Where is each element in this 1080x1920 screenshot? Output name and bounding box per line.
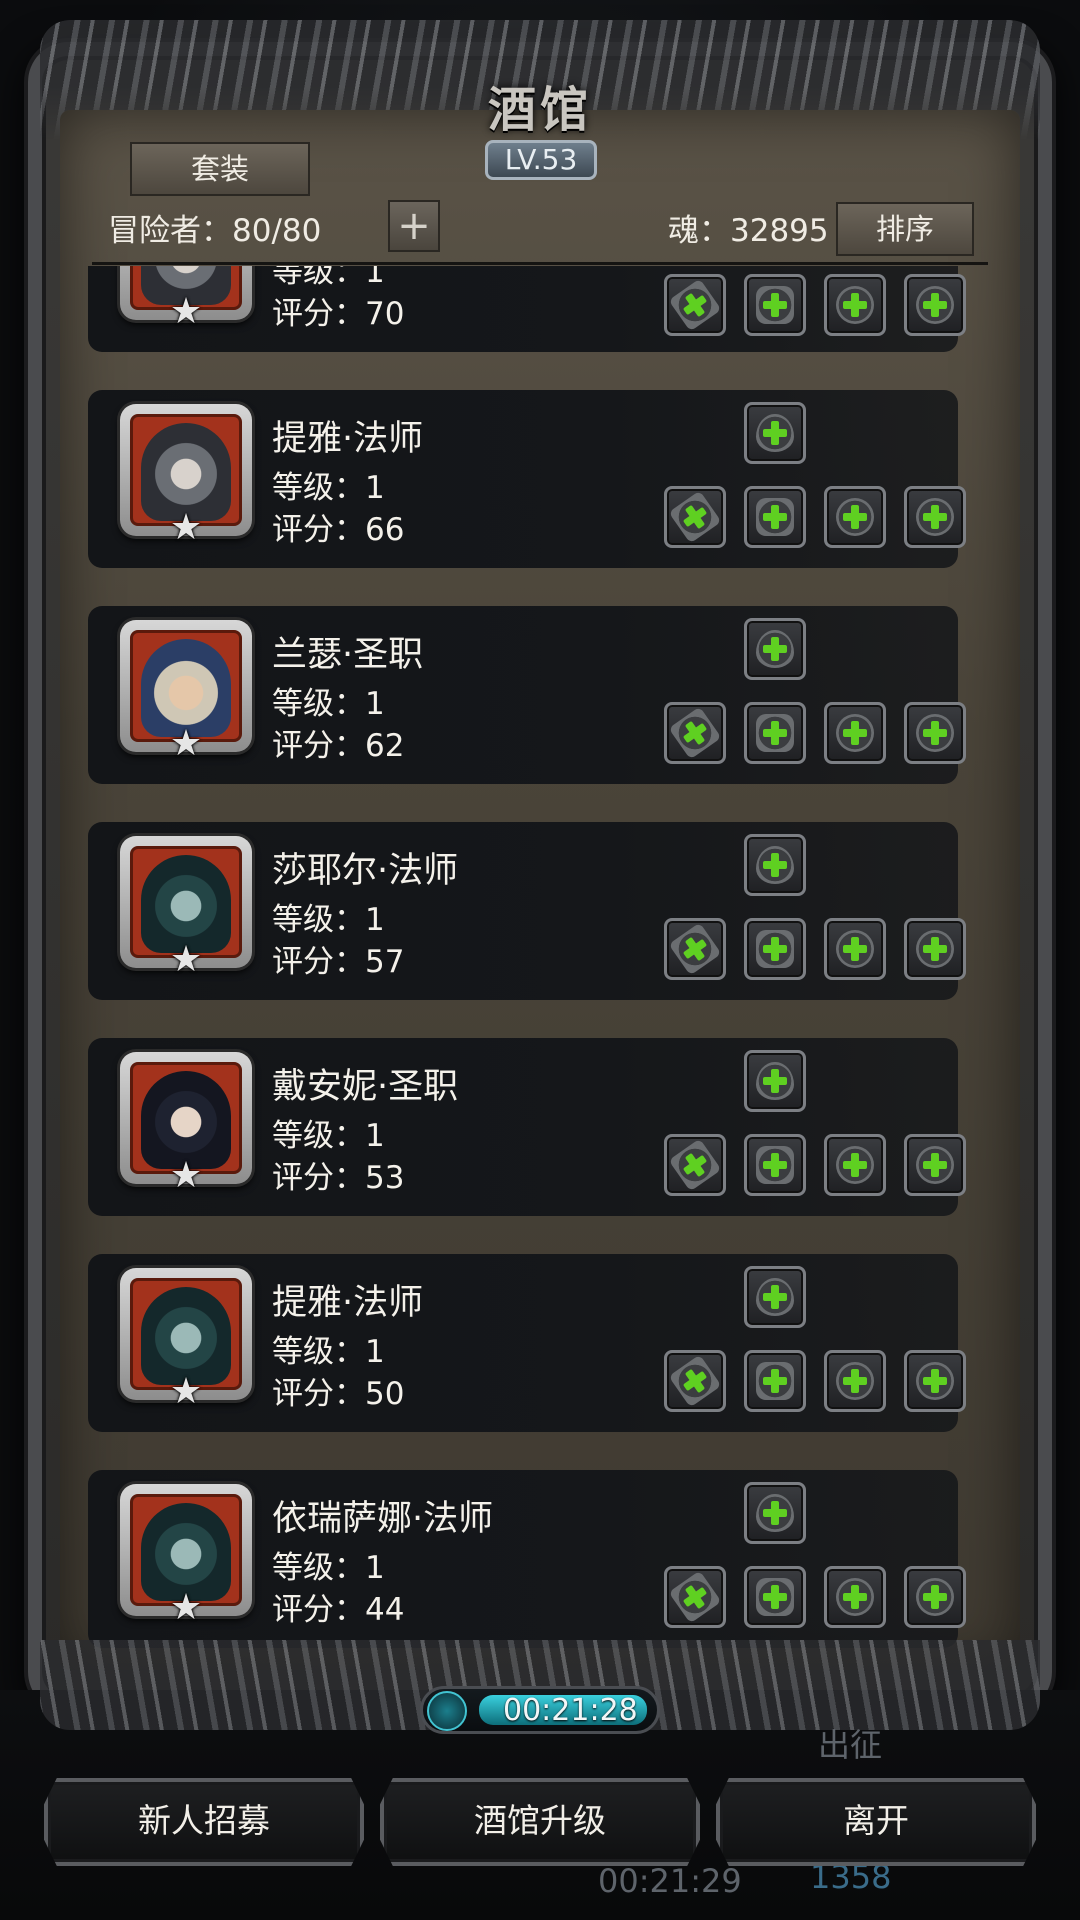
page-title: 酒馆 xyxy=(487,82,592,138)
hero-score: 评分：57 xyxy=(272,944,405,980)
hero-level: 等级：1 xyxy=(272,902,385,938)
armor-slot-icon[interactable] xyxy=(744,702,806,764)
hero-level: 等级：1 xyxy=(272,1334,385,1370)
recruit-timer: 00:21:28 xyxy=(420,1686,660,1734)
hero-level: 等级：1 xyxy=(272,686,385,722)
hero-name: 提雅·法师 xyxy=(272,1283,424,1323)
ring-slot-icon[interactable] xyxy=(904,486,966,548)
timer-text: 00:21:28 xyxy=(503,1693,638,1728)
armor-slot-icon[interactable] xyxy=(744,486,806,548)
ring-slot-icon[interactable] xyxy=(824,918,886,980)
list-item[interactable]: ★ 提雅·法师 等级：1 评分：50 xyxy=(88,1254,966,1432)
hero-score: 评分：44 xyxy=(272,1592,405,1628)
armor-slot-icon[interactable] xyxy=(744,918,806,980)
ring-slot-icon[interactable] xyxy=(904,918,966,980)
soul-currency: 魂：32895 xyxy=(668,213,829,249)
hero-level: 等级：1 xyxy=(272,470,385,506)
armor-slot-icon[interactable] xyxy=(744,274,806,336)
hero-score: 评分：62 xyxy=(272,728,405,764)
ring-slot-icon[interactable] xyxy=(824,1134,886,1196)
ring-slot-icon[interactable] xyxy=(824,702,886,764)
accessory-slot-icon[interactable] xyxy=(744,618,806,680)
list-item[interactable]: ★ 兰瑟·圣职 等级：1 评分：62 xyxy=(88,606,966,784)
hero-name: 依瑞萨娜·法师 xyxy=(272,1499,494,1539)
adventurer-list[interactable]: ★ 等级：1 评分：70 ★ 提雅·法师 等级：1 评分：66 ★ 兰瑟·圣职 … xyxy=(88,266,990,1662)
recruit-button[interactable]: 新人招募 xyxy=(44,1778,364,1866)
armor-slot-icon[interactable] xyxy=(744,1350,806,1412)
star-icon: ★ xyxy=(169,1587,203,1628)
list-item[interactable]: ★ 提雅·法师 等级：1 评分：66 xyxy=(88,390,966,568)
avatar: ★ xyxy=(120,266,252,332)
star-icon: ★ xyxy=(169,723,203,764)
avatar: ★ xyxy=(120,836,252,980)
weapon-slot-icon[interactable] xyxy=(664,1134,726,1196)
accessory-slot-icon[interactable] xyxy=(744,1050,806,1112)
avatar: ★ xyxy=(120,1052,252,1196)
hero-score: 评分：53 xyxy=(272,1160,405,1196)
accessory-slot-icon[interactable] xyxy=(744,402,806,464)
ring-slot-icon[interactable] xyxy=(824,486,886,548)
hero-name: 戴安妮·圣职 xyxy=(272,1067,459,1107)
hero-name: 兰瑟·圣职 xyxy=(272,635,424,675)
avatar: ★ xyxy=(120,1484,252,1628)
avatar: ★ xyxy=(120,620,252,764)
list-item[interactable]: ★ 戴安妮·圣职 等级：1 评分：53 xyxy=(88,1038,966,1216)
weapon-slot-icon[interactable] xyxy=(664,1566,726,1628)
weapon-slot-icon[interactable] xyxy=(664,702,726,764)
ring-slot-icon[interactable] xyxy=(824,1350,886,1412)
header-divider xyxy=(92,262,988,265)
sort-button[interactable]: 排序 xyxy=(836,202,974,256)
weapon-slot-icon[interactable] xyxy=(664,1350,726,1412)
hero-score: 评分：70 xyxy=(272,296,405,332)
hero-name: 提雅·法师 xyxy=(272,419,424,459)
ring-slot-icon[interactable] xyxy=(904,1350,966,1412)
accessory-slot-icon[interactable] xyxy=(744,834,806,896)
weapon-slot-icon[interactable] xyxy=(664,918,726,980)
clock-icon xyxy=(427,1691,467,1731)
ring-slot-icon[interactable] xyxy=(824,274,886,336)
hero-level: 等级：1 xyxy=(272,1118,385,1154)
tavern-level-badge: LV.53 xyxy=(485,140,597,180)
weapon-slot-icon[interactable] xyxy=(664,274,726,336)
hero-name: 莎耶尔·法师 xyxy=(272,851,459,891)
tavern-upgrade-button[interactable]: 酒馆升级 xyxy=(380,1778,700,1866)
ring-slot-icon[interactable] xyxy=(824,1566,886,1628)
star-icon: ★ xyxy=(169,1155,203,1196)
armor-slot-icon[interactable] xyxy=(744,1566,806,1628)
list-item[interactable]: ★ 等级：1 评分：70 xyxy=(88,266,966,352)
ring-slot-icon[interactable] xyxy=(904,702,966,764)
accessory-slot-icon[interactable] xyxy=(744,1482,806,1544)
avatar: ★ xyxy=(120,404,252,548)
ring-slot-icon[interactable] xyxy=(904,1566,966,1628)
leave-button[interactable]: 离开 xyxy=(716,1778,1036,1866)
armor-slot-icon[interactable] xyxy=(744,1134,806,1196)
add-capacity-button[interactable]: + xyxy=(388,200,440,252)
set-button[interactable]: 套装 xyxy=(130,142,310,196)
hero-level: 等级：1 xyxy=(272,1550,385,1586)
list-item[interactable]: ★ 莎耶尔·法师 等级：1 评分：57 xyxy=(88,822,966,1000)
accessory-slot-icon[interactable] xyxy=(744,1266,806,1328)
weapon-slot-icon[interactable] xyxy=(664,486,726,548)
ring-slot-icon[interactable] xyxy=(904,1134,966,1196)
ring-slot-icon[interactable] xyxy=(904,274,966,336)
star-icon: ★ xyxy=(169,1371,203,1412)
hero-score: 评分：66 xyxy=(272,512,405,548)
expedition-label-bg: 出征 xyxy=(818,1726,883,1764)
star-icon: ★ xyxy=(169,939,203,980)
list-item[interactable]: ★ 依瑞萨娜·法师 等级：1 评分：44 xyxy=(88,1470,966,1648)
star-icon: ★ xyxy=(169,291,203,332)
timer-bg: 00:21:29 xyxy=(598,1862,742,1900)
star-icon: ★ xyxy=(169,507,203,548)
hero-score: 评分：50 xyxy=(272,1376,405,1412)
avatar: ★ xyxy=(120,1268,252,1412)
adventurer-count: 冒险者：80/80 xyxy=(108,213,322,249)
